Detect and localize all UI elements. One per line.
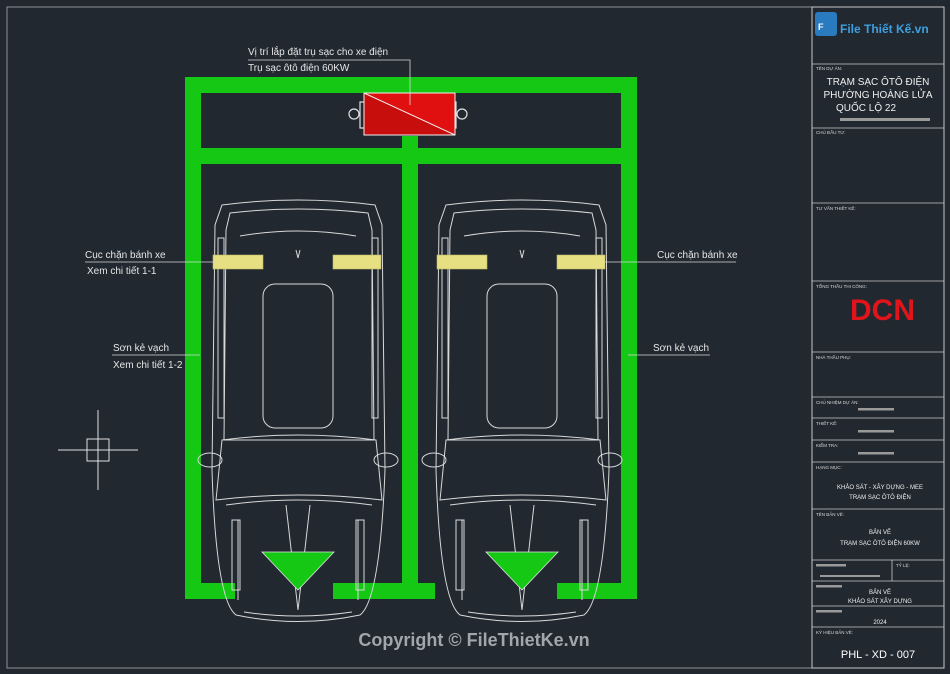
category-caption: HẠNG MỤC: xyxy=(816,465,842,470)
designer-caption: THIẾT KẾ: xyxy=(816,420,837,426)
manager-name-placeholder xyxy=(858,408,894,411)
phase-line-2: KHẢO SÁT XÂY DỰNG xyxy=(848,598,912,605)
project-line-1: TRẠM SẠC ÔTÔ ĐIỆN xyxy=(827,75,930,88)
scale-caption: TỶ LỆ: xyxy=(896,561,910,568)
paint-label-left: Sơn kẻ vạch xyxy=(113,343,169,354)
project-address-placeholder xyxy=(840,118,930,121)
wheel-stop-label-right: Cục chặn bánh xe xyxy=(657,250,738,261)
project-line-2: PHƯỜNG HOÀNG LỬA xyxy=(823,88,932,101)
svg-text:F: F xyxy=(818,22,824,32)
investor-caption: CHỦ ĐẦU TƯ: xyxy=(816,129,846,135)
date-value-placeholder xyxy=(820,575,880,577)
paint-label-right: Sơn kẻ vạch xyxy=(653,343,709,354)
phase-caption-placeholder xyxy=(816,585,842,588)
manager-caption: CHỦ NHIỆM DỰ ÁN: xyxy=(816,398,859,405)
charger-spec-label: Trụ sạc ôtô điện 60KW xyxy=(248,63,350,74)
checker-caption: KIỂM TRA: xyxy=(816,442,838,448)
direction-arrow-right xyxy=(485,551,559,591)
checker-name-placeholder xyxy=(858,452,894,455)
center-mark-right xyxy=(519,249,525,259)
drawing-caption: TÊN BẢN VẼ: xyxy=(816,510,844,517)
sheet-number: PHL - XD - 007 xyxy=(841,649,915,661)
project-line-3: QUỐC LỘ 22 xyxy=(836,100,896,114)
drawing-line-2: TRẠM SẠC ÔTÔ ĐIỆN 60KW xyxy=(840,539,920,547)
copyright-watermark: Copyright © FileThietKe.vn xyxy=(358,630,589,650)
designer-name-placeholder xyxy=(858,430,894,433)
direction-arrow-left xyxy=(261,551,335,591)
category-line-2: TRẠM SẠC ÔTÔ ĐIỆN xyxy=(849,493,911,501)
project-caption: TÊN DỰ ÁN: xyxy=(816,64,842,71)
subcontractor-caption: NHÀ THẦU PHỤ: xyxy=(816,354,851,360)
contractor-caption: TỔNG THẦU THI CÔNG: xyxy=(816,283,867,289)
drawing-border xyxy=(6,6,945,669)
ev-charger xyxy=(348,92,468,136)
category-line-1: KHẢO SÁT - XÂY DỰNG - MEE xyxy=(837,484,923,491)
year-caption-placeholder xyxy=(816,610,842,613)
contractor-logo: DCN xyxy=(850,294,915,327)
year-value: 2024 xyxy=(873,620,887,626)
wheel-stop-ref-left: Xem chi tiết 1-1 xyxy=(87,265,157,277)
center-mark-left xyxy=(295,249,301,259)
wheel-stop-label-left: Cục chặn bánh xe xyxy=(85,250,166,261)
charger-location-label: Vị trí lắp đặt trụ sạc cho xe điện xyxy=(248,45,388,58)
cad-crosshair xyxy=(58,410,138,490)
title-block: F File Thiết Kế.vn TÊN DỰ ÁN: TRẠM SẠC Ô… xyxy=(811,6,945,669)
date-placeholder xyxy=(816,564,846,567)
sheet-caption: KÝ HIỆU BẢN VẼ: xyxy=(816,628,853,635)
phase-line-1: BẢN VẼ xyxy=(869,589,891,596)
drawing-line-1: BẢN VẼ xyxy=(869,529,891,536)
logo-text: File Thiết Kế.vn xyxy=(840,22,929,36)
parking-paint-lines xyxy=(185,77,637,599)
drawing-canvas: Vị trí lắp đặt trụ sạc cho xe điện Trụ s… xyxy=(6,6,945,669)
consultant-caption: TƯ VẤN THIẾT KẾ: xyxy=(816,205,856,211)
paint-ref-left: Xem chi tiết 1-2 xyxy=(113,359,183,371)
